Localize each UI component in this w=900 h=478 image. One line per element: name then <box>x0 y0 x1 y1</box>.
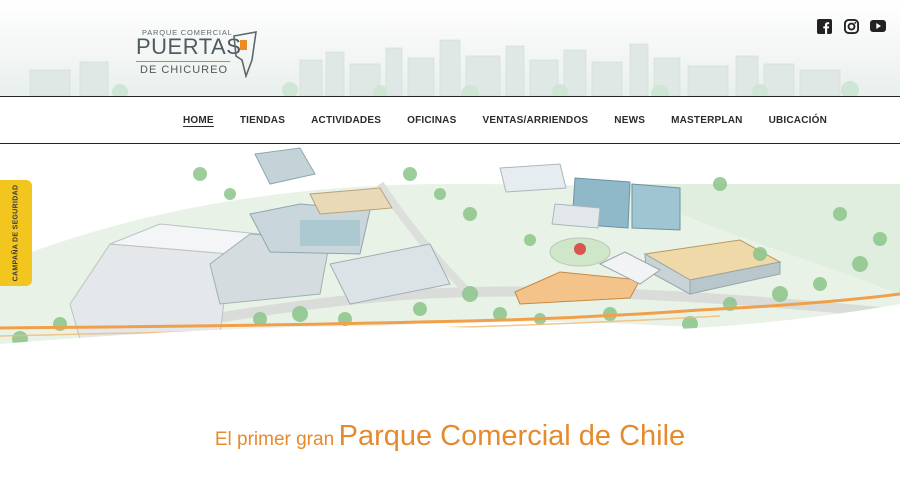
facebook-icon[interactable] <box>816 18 832 34</box>
main-nav: HOME TIENDAS ACTIVIDADES OFICINAS VENTAS… <box>170 97 840 143</box>
logo-subtitle: DE CHICUREO <box>140 64 229 76</box>
door-logo-icon <box>233 31 257 78</box>
tagline: El primer gran Parque Comercial de Chile <box>0 420 900 453</box>
city-sketch-background <box>29 39 859 98</box>
nav-item-news[interactable]: NEWS <box>601 115 658 126</box>
nav-item-ventas-arriendos[interactable]: VENTAS/ARRIENDOS <box>469 115 601 126</box>
nav-item-masterplan[interactable]: MASTERPLAN <box>658 115 755 126</box>
site-logo[interactable]: PARQUE COMERCIAL PUERTAS DE CHICUREO <box>136 28 266 80</box>
hero-aerial-illustration <box>0 144 900 384</box>
logo-name: PUERTAS <box>136 34 242 59</box>
social-links <box>816 18 886 34</box>
header-background <box>0 0 900 98</box>
security-campaign-label: CAMPAÑA DE SEGURIDAD <box>12 184 20 282</box>
tagline-intro: El primer gran <box>214 429 335 450</box>
main-navbar: HOME TIENDAS ACTIVIDADES OFICINAS VENTAS… <box>0 96 900 144</box>
nav-item-actividades[interactable]: ACTIVIDADES <box>298 115 394 126</box>
logo-divider <box>136 61 230 62</box>
tagline-main: Parque Comercial de Chile <box>338 420 686 452</box>
nav-item-ubicacion[interactable]: UBICACIÓN <box>756 115 840 126</box>
shopping-park-illustration <box>0 147 900 384</box>
nav-item-tiendas[interactable]: TIENDAS <box>227 115 298 126</box>
nav-item-oficinas[interactable]: OFICINAS <box>394 115 469 126</box>
nav-item-home[interactable]: HOME <box>170 115 227 126</box>
security-campaign-tab[interactable]: CAMPAÑA DE SEGURIDAD <box>0 180 32 286</box>
instagram-icon[interactable] <box>843 18 859 34</box>
youtube-icon[interactable] <box>870 18 886 34</box>
